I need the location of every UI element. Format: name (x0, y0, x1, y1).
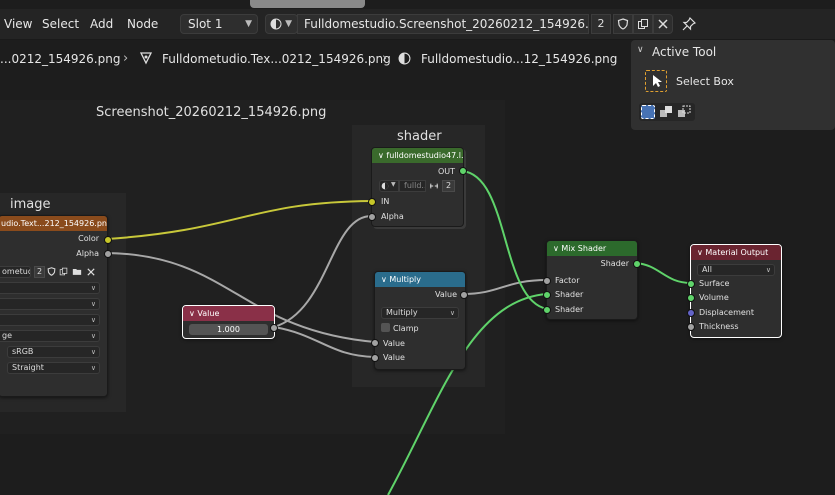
group-browse-dropdown[interactable]: ▼ (379, 180, 399, 192)
chevron-down-icon: ∨ (90, 364, 96, 372)
socket-label-value-in1: Value (383, 339, 405, 348)
group-node[interactable]: ∨ fulldomestudio47.l... OUT ▼ fulld... 2… (371, 147, 464, 227)
socket-alpha-out[interactable] (104, 250, 112, 258)
link-value-to-multiply (273, 326, 376, 358)
operation-dropdown[interactable]: Multiply ∨ (381, 307, 459, 319)
socket-label-displacement: Displacement (699, 308, 754, 317)
socket-label-shader1: Shader (555, 290, 584, 299)
image-texture-node[interactable]: udio.Text...212_154926.png Color Alpha o… (0, 215, 108, 397)
image-fake-user-button[interactable] (46, 266, 57, 278)
socket-thickness-in[interactable] (687, 323, 695, 331)
socket-out-shader[interactable] (459, 167, 467, 175)
chevron-down-icon: ∨ (90, 284, 96, 292)
chevron-down-icon: ∨ (90, 332, 96, 340)
socket-label-factor: Factor (555, 276, 580, 285)
image-duplicate-button[interactable] (58, 266, 69, 278)
link-out-to-shader (461, 170, 548, 310)
value-node-header[interactable]: ∨ Value (183, 306, 274, 321)
clamp-label: Clamp (393, 324, 419, 333)
socket-label-alpha: Alpha (76, 249, 99, 258)
duplicate-icon (59, 267, 68, 276)
material-output-node[interactable]: ∨ Material Output All ∨ Surface Volume Di… (690, 244, 782, 338)
interpolation-dropdown[interactable]: ∨ (0, 282, 100, 294)
socket-label-surface: Surface (699, 279, 730, 288)
projection-dropdown[interactable]: ∨ (0, 298, 100, 310)
socket-label-color: Color (78, 234, 99, 243)
alpha-mode-dropdown[interactable]: Straight ∨ (7, 362, 100, 374)
chevron-down-icon: ∨ (90, 300, 96, 308)
multiply-node[interactable]: ∨ Multiply Value Multiply ∨ Clamp Value V… (374, 271, 466, 370)
link-value-to-alpha (273, 214, 373, 328)
socket-alpha-in[interactable] (368, 213, 376, 221)
group-fake-user-button[interactable] (427, 180, 441, 192)
group-node-header[interactable]: ∨ fulldomestudio47.l... (372, 148, 463, 163)
image-texture-node-header[interactable]: udio.Text...212_154926.png (0, 216, 107, 231)
image-open-button[interactable] (71, 266, 82, 278)
image-unlink-button[interactable] (85, 266, 96, 278)
mix-shader-node[interactable]: ∨ Mix Shader Shader Factor Shader Shader (546, 240, 638, 320)
chevron-down-icon: ∨ (765, 266, 771, 274)
link-color-to-in (106, 200, 373, 240)
socket-mix-shader2[interactable] (543, 306, 551, 314)
chevron-down-icon: ∨ (90, 348, 96, 356)
mix-shader-node-header[interactable]: ∨ Mix Shader (547, 241, 637, 256)
node-editor-canvas[interactable]: View Select Add Node Slot 1 ▼ ▼ Fulldome… (0, 0, 835, 495)
image-users-badge[interactable]: 2 (34, 266, 45, 278)
chevron-down-icon: ∨ (90, 316, 96, 324)
socket-multiply-out[interactable] (460, 291, 468, 299)
socket-in-color[interactable] (368, 198, 376, 206)
target-dropdown[interactable]: All ∨ (697, 264, 775, 276)
extension-dropdown[interactable]: ∨ (0, 314, 100, 326)
socket-label-out: OUT (437, 167, 455, 176)
clamp-checkbox[interactable] (381, 323, 390, 332)
socket-label-shader2: Shader (555, 305, 584, 314)
socket-mix-out[interactable] (633, 260, 641, 268)
shield-icon (47, 267, 56, 276)
socket-mix-factor[interactable] (543, 277, 551, 285)
socket-surface-in[interactable] (687, 280, 695, 288)
group-name-field[interactable]: fulld... (399, 180, 426, 192)
multiply-node-header[interactable]: ∨ Multiply (375, 272, 465, 287)
socket-label-shader-out: Shader (600, 259, 629, 268)
socket-label-volume: Volume (699, 293, 729, 302)
source-dropdown[interactable]: ge ∨ (0, 330, 100, 342)
material-output-node-header[interactable]: ∨ Material Output (691, 245, 781, 260)
chevron-down-icon: ∨ (449, 309, 455, 317)
folder-icon (72, 269, 82, 275)
socket-label-thickness: Thickness (699, 322, 739, 331)
socket-multiply-in1[interactable] (371, 339, 379, 347)
link-icon (430, 183, 438, 189)
image-browse-field[interactable]: ometud... (0, 266, 31, 278)
socket-multiply-in2[interactable] (371, 354, 379, 362)
socket-color-out[interactable] (104, 236, 112, 244)
socket-label-in: IN (381, 197, 390, 206)
link-mix-to-surface (635, 262, 692, 284)
socket-label-value-out: Value (435, 290, 457, 299)
value-node[interactable]: ∨ Value 1.000 (182, 305, 275, 339)
socket-displacement-in[interactable] (687, 309, 695, 317)
socket-mix-shader1[interactable] (543, 291, 551, 299)
value-field[interactable]: 1.000 (189, 324, 268, 335)
socket-label-value-in2: Value (383, 353, 405, 362)
socket-volume-in[interactable] (687, 294, 695, 302)
colorspace-dropdown[interactable]: sRGB ∨ (7, 346, 100, 358)
close-icon (87, 268, 95, 276)
chevron-down-icon: ▼ (391, 181, 396, 188)
group-users-badge[interactable]: 2 (442, 180, 455, 192)
socket-value-out[interactable] (270, 324, 278, 332)
link-multiply-to-factor (462, 279, 548, 295)
material-sphere-icon (381, 182, 389, 190)
socket-label-alpha: Alpha (381, 212, 404, 221)
